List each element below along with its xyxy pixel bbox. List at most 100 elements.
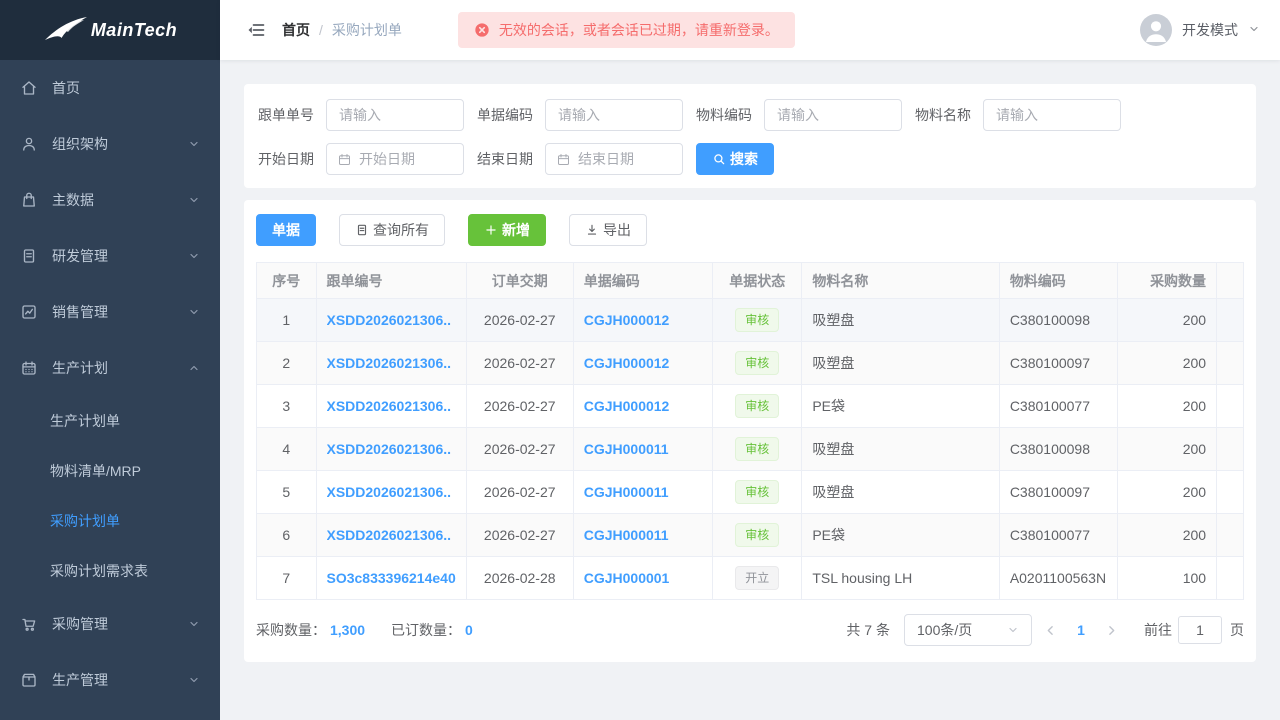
doc_no-link[interactable]: CGJH000011 xyxy=(584,524,702,547)
page-size-select[interactable]: 100条/页 xyxy=(904,614,1032,646)
table-cell-delivery_date: 2026-02-27 xyxy=(466,299,573,342)
sidebar-submenu: 生产计划单物料清单/MRP采购计划单采购计划需求表 xyxy=(0,396,220,596)
doc_no-link[interactable]: CGJH000001 xyxy=(584,567,702,590)
chevron-down-icon xyxy=(188,138,200,150)
table-cell-material_code: C380100097 xyxy=(999,471,1117,514)
order_no-link[interactable]: XSDD2026021306.. xyxy=(327,309,456,332)
goto-page-input[interactable] xyxy=(1178,616,1222,644)
table-cell-material_name: 吸塑盘 xyxy=(802,342,999,385)
order_no-link[interactable]: XSDD2026021306.. xyxy=(327,352,456,375)
sidebar-item-2[interactable]: 主数据 xyxy=(0,172,220,228)
breadcrumb-current: 采购计划单 xyxy=(332,20,402,40)
table-cell-order_no: XSDD2026021306.. xyxy=(316,514,466,557)
sidebar-subitem[interactable]: 物料清单/MRP xyxy=(0,446,220,496)
table-row[interactable]: 3XSDD2026021306..2026-02-27CGJH000012审核P… xyxy=(257,385,1244,428)
filter-row-1: 跟单单号单据编码物料编码物料名称 xyxy=(258,99,1244,131)
table-cell-index: 6 xyxy=(257,514,317,557)
order_no-link[interactable]: XSDD2026021306.. xyxy=(327,524,456,547)
chevron-left-icon xyxy=(1044,624,1057,637)
breadcrumb-home[interactable]: 首页 xyxy=(282,20,310,40)
table-header-row: 序号跟单编号订单交期单据编码单据状态物料名称物料编码采购数量 xyxy=(257,263,1244,299)
sidebar-item-1[interactable]: 组织架构 xyxy=(0,116,220,172)
table-cell-order_no: XSDD2026021306.. xyxy=(316,428,466,471)
toolbar-button-2[interactable]: 新增 xyxy=(468,214,546,246)
field-label: 结束日期 xyxy=(477,149,533,169)
sidebar-item-6[interactable]: 采购管理 xyxy=(0,596,220,652)
search-icon xyxy=(712,152,726,166)
table-row[interactable]: 5XSDD2026021306..2026-02-27CGJH000011审核吸… xyxy=(257,471,1244,514)
doc_no-link[interactable]: CGJH000012 xyxy=(584,395,702,418)
table-body: 1XSDD2026021306..2026-02-27CGJH000012审核吸… xyxy=(257,299,1244,600)
filter-input[interactable] xyxy=(764,99,902,131)
doc_no-link[interactable]: CGJH000011 xyxy=(584,438,702,461)
status-badge: 审核 xyxy=(735,308,779,332)
prev-page-button[interactable] xyxy=(1032,624,1069,637)
toolbar-button-3[interactable]: 导出 xyxy=(569,214,647,246)
chevron-down-icon xyxy=(1007,624,1019,636)
order_no-link[interactable]: XSDD2026021306.. xyxy=(327,481,456,504)
doc_no-link[interactable]: CGJH000011 xyxy=(584,481,702,504)
chevron-up-icon xyxy=(188,362,200,374)
sidebar-item-3[interactable]: 研发管理 xyxy=(0,228,220,284)
status-badge: 开立 xyxy=(735,566,779,590)
filter-input[interactable] xyxy=(326,99,464,131)
table-cell-extra xyxy=(1217,299,1244,342)
date-placeholder: 开始日期 xyxy=(359,149,415,169)
table-cell-material_code: C380100097 xyxy=(999,342,1117,385)
table-row[interactable]: 4XSDD2026021306..2026-02-27CGJH000011审核吸… xyxy=(257,428,1244,471)
status-badge: 审核 xyxy=(735,523,779,547)
table-cell-order_no: XSDD2026021306.. xyxy=(316,385,466,428)
date-input[interactable]: 开始日期 xyxy=(326,143,464,175)
order_no-link[interactable]: XSDD2026021306.. xyxy=(327,395,456,418)
sidebar-item-5[interactable]: 生产计划 xyxy=(0,340,220,396)
filter-input[interactable] xyxy=(983,99,1121,131)
sidebar-item-label: 研发管理 xyxy=(52,246,188,266)
sidebar-subitem[interactable]: 采购计划单 xyxy=(0,496,220,546)
sidebar-item-7[interactable]: 生产管理 xyxy=(0,652,220,708)
status-badge: 审核 xyxy=(735,351,779,375)
table-cell-material_name: PE袋 xyxy=(802,385,999,428)
search-button[interactable]: 搜索 xyxy=(696,143,774,175)
page-suffix: 页 xyxy=(1230,620,1244,640)
order_no-link[interactable]: XSDD2026021306.. xyxy=(327,438,456,461)
column-header: 物料名称 xyxy=(802,263,999,299)
date-placeholder: 结束日期 xyxy=(578,149,634,169)
sidebar-subitem[interactable]: 生产计划单 xyxy=(0,396,220,446)
table-cell-status: 开立 xyxy=(713,557,802,600)
sidebar-item-0[interactable]: 首页 xyxy=(0,60,220,116)
table-cell-extra xyxy=(1217,471,1244,514)
order_no-link[interactable]: SO3c833396214e40 xyxy=(327,567,456,590)
sidebar-fold-icon[interactable] xyxy=(246,20,266,40)
doc_no-link[interactable]: CGJH000012 xyxy=(584,309,702,332)
table-cell-delivery_date: 2026-02-27 xyxy=(466,385,573,428)
table-cell-material_code: C380100098 xyxy=(999,299,1117,342)
chart-icon xyxy=(20,303,38,321)
table-cell-qty: 200 xyxy=(1118,342,1217,385)
filter-input[interactable] xyxy=(545,99,683,131)
table-row[interactable]: 7SO3c833396214e402026-02-28CGJH000001开立T… xyxy=(257,557,1244,600)
next-page-button[interactable] xyxy=(1093,624,1130,637)
table-cell-material_name: 吸塑盘 xyxy=(802,299,999,342)
table-row[interactable]: 1XSDD2026021306..2026-02-27CGJH000012审核吸… xyxy=(257,299,1244,342)
bag-icon xyxy=(20,191,38,209)
sidebar-item-label: 生产管理 xyxy=(52,670,188,690)
doc_no-link[interactable]: CGJH000012 xyxy=(584,352,702,375)
table-row[interactable]: 2XSDD2026021306..2026-02-27CGJH000012审核吸… xyxy=(257,342,1244,385)
page-number-1[interactable]: 1 xyxy=(1069,622,1093,638)
toolbar-button-0[interactable]: 单据 xyxy=(256,214,316,246)
user-menu[interactable]: 开发模式 xyxy=(1140,14,1260,46)
sidebar-subitem[interactable]: 采购计划需求表 xyxy=(0,546,220,596)
table-row[interactable]: 6XSDD2026021306..2026-02-27CGJH000011审核P… xyxy=(257,514,1244,557)
date-input[interactable]: 结束日期 xyxy=(545,143,683,175)
table-cell-extra xyxy=(1217,514,1244,557)
table-cell-extra xyxy=(1217,385,1244,428)
sidebar-item-4[interactable]: 销售管理 xyxy=(0,284,220,340)
field-label: 物料名称 xyxy=(915,105,971,125)
column-header xyxy=(1217,263,1244,299)
table-cell-order_no: XSDD2026021306.. xyxy=(316,471,466,514)
sidebar-item-label: 生产计划 xyxy=(52,358,188,378)
calendar-small-icon xyxy=(337,152,352,167)
column-header: 跟单编号 xyxy=(316,263,466,299)
chevron-right-icon xyxy=(1105,624,1118,637)
toolbar-button-1[interactable]: 查询所有 xyxy=(339,214,445,246)
